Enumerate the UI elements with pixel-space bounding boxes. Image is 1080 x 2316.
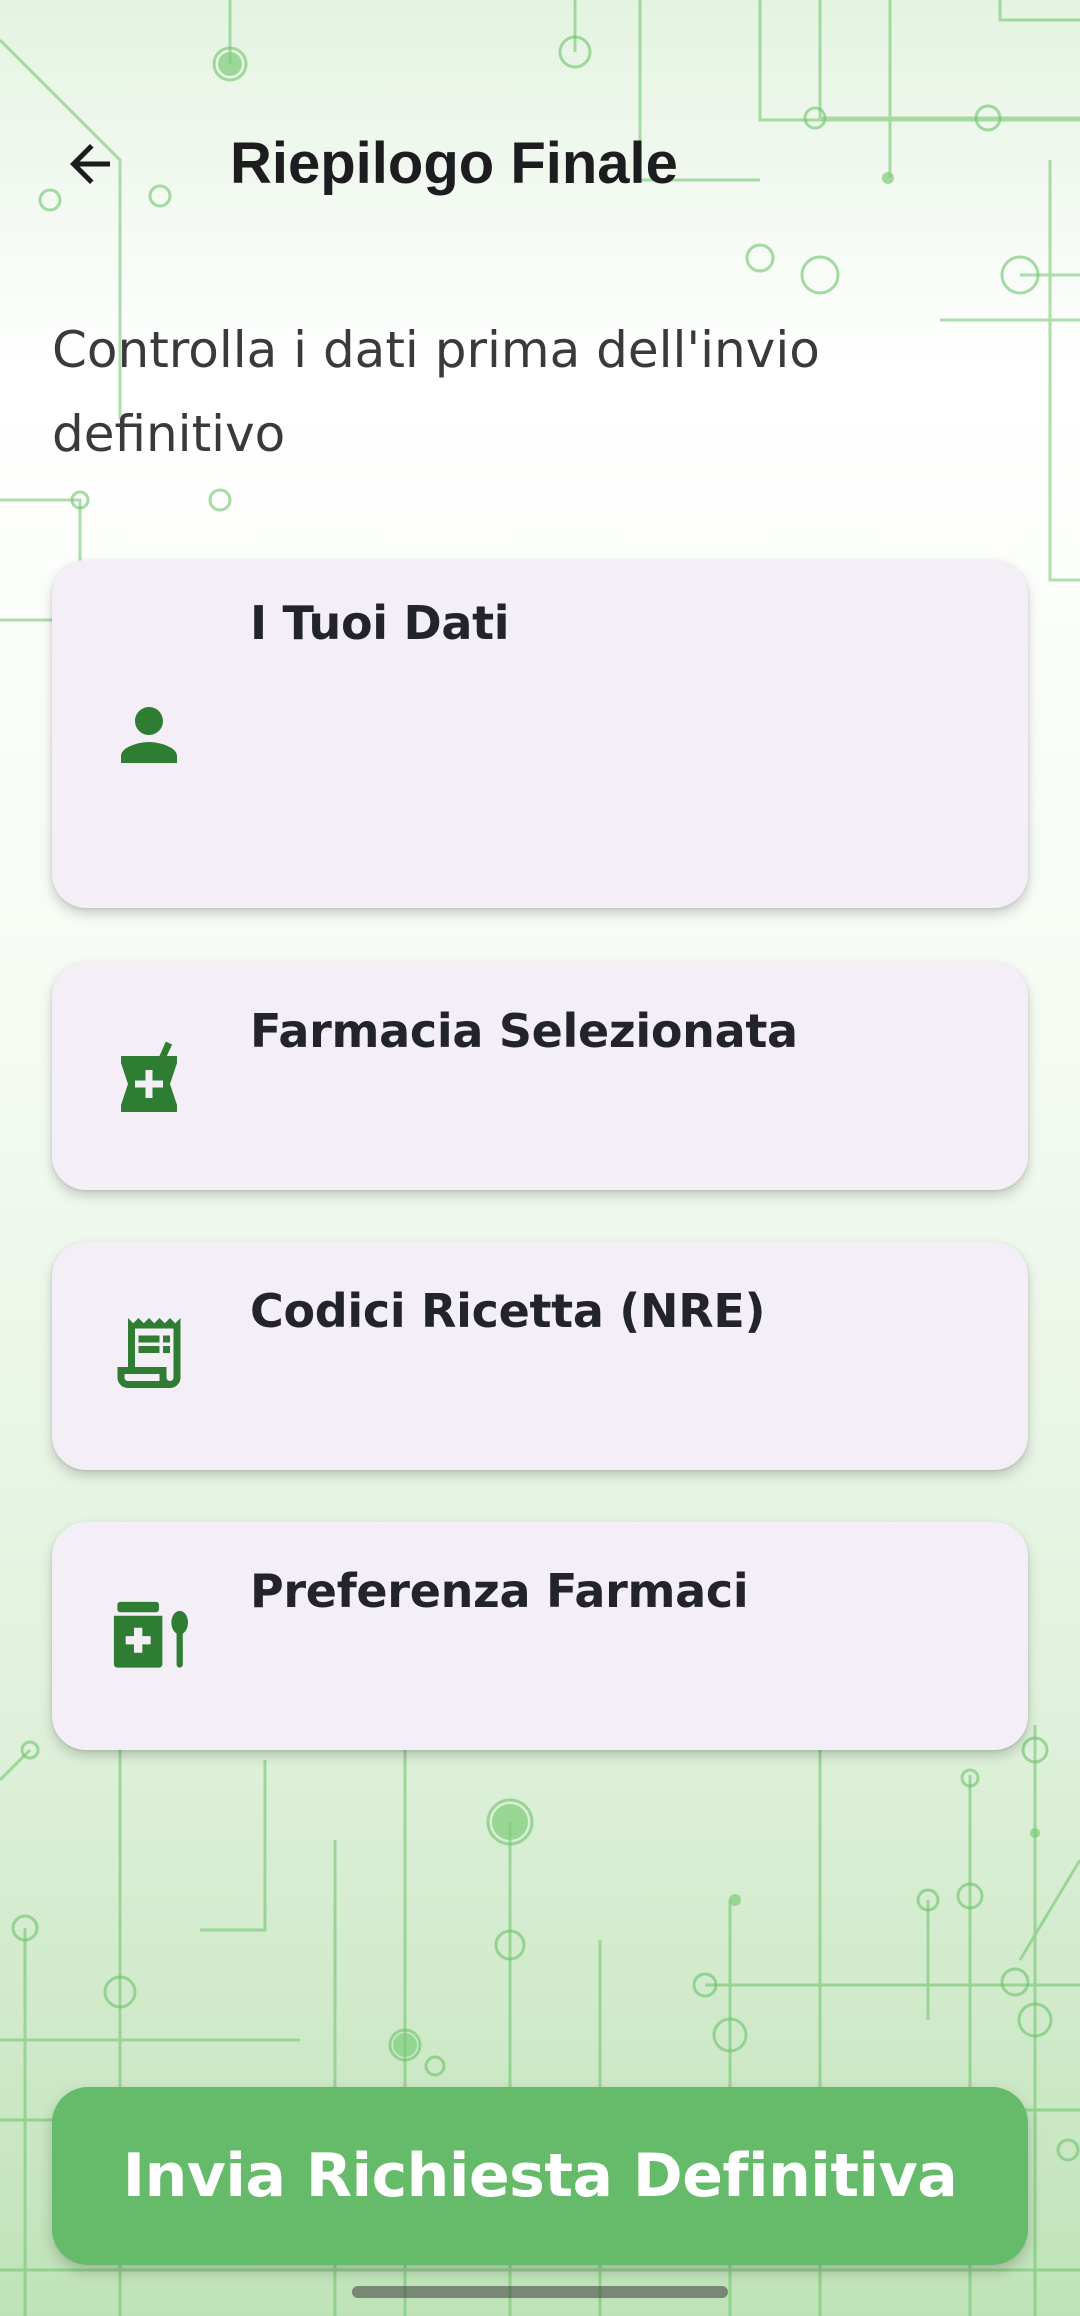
card-user-data[interactable]: I Tuoi Dati: [52, 560, 1028, 908]
card-title: Codici Ricetta (NRE): [250, 1284, 766, 1338]
card-title: Farmacia Selezionata: [250, 1004, 798, 1058]
person-icon: [104, 690, 194, 780]
page-title: Riepilogo Finale: [230, 131, 678, 196]
card-title: Preferenza Farmaci: [250, 1564, 749, 1618]
back-button[interactable]: [52, 126, 128, 202]
home-indicator[interactable]: [352, 2286, 728, 2298]
receipt-icon: [104, 1308, 194, 1398]
arrow-left-icon: [70, 144, 110, 184]
card-pharmacy[interactable]: Farmacia Selezionata: [52, 962, 1028, 1190]
card-title: I Tuoi Dati: [250, 596, 510, 650]
card-medicine-preference[interactable]: Preferenza Farmaci: [52, 1522, 1028, 1750]
submit-button-label: Invia Richiesta Definitiva: [122, 2141, 958, 2211]
medication-icon: [104, 1588, 200, 1678]
submit-final-request-button[interactable]: Invia Richiesta Definitiva: [52, 2087, 1028, 2265]
page-subtitle: Controlla i dati prima dell'invio defini…: [52, 321, 820, 463]
pharmacy-mortar-icon: [104, 1032, 194, 1122]
card-prescription-codes[interactable]: Codici Ricetta (NRE): [52, 1242, 1028, 1470]
